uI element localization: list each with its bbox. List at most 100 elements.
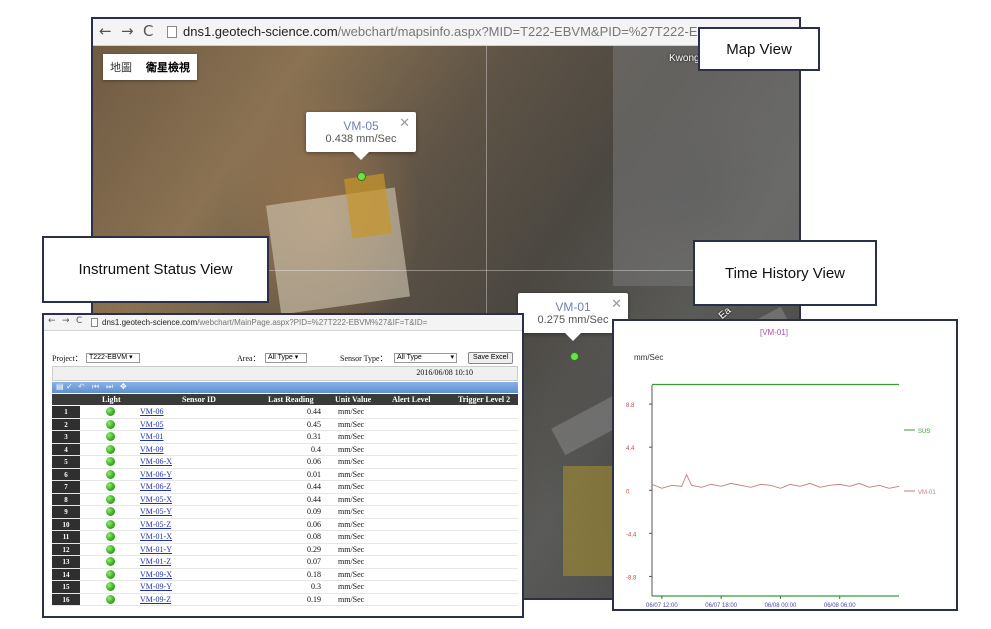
unit-value: mm/Sec (338, 419, 365, 429)
sensor-id-link[interactable]: VM-09-Y (140, 582, 172, 591)
table-row[interactable]: 3 VM-01 0.31 mm/Sec (52, 431, 518, 444)
status-light-icon (106, 582, 115, 591)
y-tick-label: 8.8 (626, 403, 635, 409)
status-light-icon (106, 444, 115, 454)
first-page-icon[interactable]: ⏮ (92, 382, 99, 392)
legend-label-sus: SUS (918, 429, 930, 435)
table-row[interactable]: 12 VM-01-Y 0.29 mm/Sec (52, 543, 518, 556)
last-reading: 0.29 (307, 544, 321, 554)
back-arrow-icon[interactable]: ← (99, 22, 112, 40)
row-number: 13 (52, 556, 80, 568)
unit-value: mm/Sec (338, 444, 365, 454)
unit-value: mm/Sec (338, 557, 365, 566)
sensor-id-link[interactable]: VM-01-X (140, 532, 172, 541)
unit-value: mm/Sec (338, 469, 365, 479)
status-light-icon (106, 494, 115, 504)
page-icon (167, 26, 177, 38)
reload-icon[interactable]: C (76, 316, 82, 326)
sensor-id-link[interactable]: VM-09 (140, 445, 164, 454)
sensor-id-link[interactable]: VM-01-Y (140, 545, 172, 554)
table-row[interactable]: 6 VM-06-Y 0.01 mm/Sec (52, 468, 518, 481)
sensor-id-link[interactable]: VM-01 (140, 432, 164, 441)
expand-icon[interactable]: ✥ (120, 382, 127, 391)
column-header[interactable]: Last Reading (268, 395, 314, 404)
table-row[interactable]: 2 VM-05 0.45 mm/Sec (52, 418, 518, 431)
sensor-id-link[interactable]: VM-06-Z (140, 482, 171, 491)
instrument-status-window: ← → C dns1.geotech-science.com/webchart/… (42, 313, 524, 618)
table-row[interactable]: 13 VM-01-Z 0.07 mm/Sec (52, 556, 518, 569)
status-address-bar[interactable]: dns1.geotech-science.com/webchart/MainPa… (102, 318, 427, 327)
edit-icon[interactable]: ▤ (56, 382, 64, 391)
map-place-label: Kwong (669, 53, 700, 64)
last-page-icon[interactable]: ⏭ (106, 382, 113, 392)
reload-icon[interactable]: C (143, 22, 153, 40)
sensor-id-link[interactable]: VM-05-Y (140, 507, 172, 516)
column-header[interactable]: Light (102, 395, 121, 404)
row-number: 16 (52, 593, 80, 605)
column-header[interactable]: Unit Value (335, 395, 371, 404)
status-url-domain: dns1.geotech-science.com (102, 318, 198, 327)
last-reading: 0.01 (307, 469, 321, 479)
legend-label-vm01: VM-01 (918, 490, 936, 496)
back-arrow-icon[interactable]: ← (48, 316, 56, 326)
table-row[interactable]: 11 VM-01-X 0.08 mm/Sec (52, 531, 518, 544)
last-reading: 0.09 (307, 507, 321, 516)
save-excel-button[interactable]: Save Excel (468, 352, 514, 364)
sensor-id-link[interactable]: VM-01-Z (140, 557, 171, 566)
table-row[interactable]: 16 VM-09-Z 0.19 mm/Sec (52, 593, 518, 606)
project-value: T222-EBVM (89, 354, 128, 361)
status-light-icon (106, 557, 115, 566)
status-light-icon (106, 432, 115, 441)
vm05-marker[interactable] (357, 172, 366, 181)
table-row[interactable]: 14 VM-09-X 0.18 mm/Sec (52, 568, 518, 581)
sensor-id-link[interactable]: VM-05-Z (140, 520, 171, 529)
project-select[interactable]: T222-EBVM ▾ (86, 353, 140, 363)
sensor-id-link[interactable]: VM-06-X (140, 457, 172, 466)
table-row[interactable]: 4 VM-09 0.4 mm/Sec (52, 443, 518, 456)
table-row[interactable]: 8 VM-05-X 0.44 mm/Sec (52, 493, 518, 506)
map-url-domain: dns1.geotech-science.com (183, 24, 338, 39)
vm01-marker[interactable] (570, 352, 579, 361)
undo-icon[interactable]: ↶ (78, 382, 85, 391)
last-reading: 0.31 (307, 432, 321, 441)
sensor-type-select[interactable]: All Type ▾ (394, 353, 457, 363)
table-row[interactable]: 15 VM-09-Y 0.3 mm/Sec (52, 581, 518, 594)
status-light-icon (106, 482, 115, 491)
area-select[interactable]: All Type ▾ (265, 353, 307, 363)
unit-value: mm/Sec (338, 432, 365, 441)
unit-value: mm/Sec (338, 457, 365, 466)
close-icon[interactable]: ✕ (611, 297, 622, 312)
sensor-id-link[interactable]: VM-05 (140, 420, 164, 429)
forward-arrow-icon[interactable]: → (121, 22, 134, 40)
map-address-bar[interactable]: dns1.geotech-science.com/webchart/mapsin… (183, 24, 752, 39)
last-reading: 0.07 (307, 557, 321, 566)
unit-value: mm/Sec (338, 482, 365, 491)
sensor-id-link[interactable]: VM-05-X (140, 495, 172, 504)
table-row[interactable]: 7 VM-06-Z 0.44 mm/Sec (52, 481, 518, 494)
column-header[interactable]: Trigger Level 2 (458, 395, 510, 404)
sensor-id-link[interactable]: VM-06 (140, 407, 164, 416)
construction-yard (344, 173, 392, 239)
row-number: 6 (52, 468, 80, 480)
table-row[interactable]: 5 VM-06-X 0.06 mm/Sec (52, 456, 518, 469)
map-tab[interactable]: 地圖 (103, 59, 139, 75)
satellite-tab[interactable]: 衛星檢視 (139, 59, 197, 75)
forward-arrow-icon[interactable]: → (62, 316, 70, 326)
y-tick-label: -8.8 (626, 575, 637, 581)
sensor-id-link[interactable]: VM-09-Z (140, 595, 171, 604)
row-number: 3 (52, 431, 80, 443)
status-light-icon (106, 569, 115, 579)
check-icon[interactable]: ✓ (66, 382, 73, 391)
column-header[interactable]: Alert Level (392, 395, 430, 404)
close-icon[interactable]: ✕ (399, 116, 410, 131)
sensor-id-link[interactable]: VM-09-X (140, 570, 172, 579)
status-browser-toolbar: ← → C dns1.geotech-science.com/webchart/… (44, 315, 522, 331)
row-number: 4 (52, 443, 80, 455)
table-row[interactable]: 10 VM-05-Z 0.06 mm/Sec (52, 518, 518, 531)
y-tick-label: 4.4 (626, 446, 635, 452)
table-row[interactable]: 9 VM-05-Y 0.09 mm/Sec (52, 506, 518, 519)
table-row[interactable]: 1 VM-06 0.44 mm/Sec (52, 406, 518, 419)
sensor-id-link[interactable]: VM-06-Y (140, 470, 172, 479)
row-number: 14 (52, 568, 80, 580)
column-header[interactable]: Sensor ID (182, 395, 216, 404)
